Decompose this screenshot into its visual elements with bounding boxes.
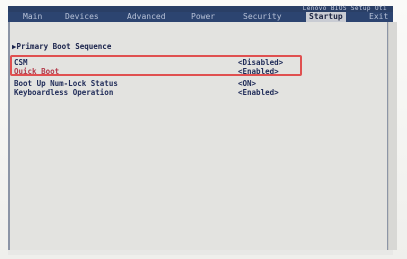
keyboardless-operation-value[interactable]: <Enabled> (238, 88, 279, 97)
num-lock-status-value[interactable]: <ON> (238, 79, 256, 88)
bios-menu-bar: Main Devices Advanced Power Security Sta… (8, 12, 393, 22)
tab-devices[interactable]: Devices (62, 12, 102, 22)
tab-security[interactable]: Security (240, 12, 285, 22)
keyboardless-operation-label[interactable]: Keyboardless Operation (14, 88, 113, 97)
bios-screen: Lenovo BIOS Setup Uti Main Devices Advan… (0, 0, 407, 259)
bios-title: Lenovo BIOS Setup Uti (302, 5, 387, 12)
help-panel (388, 22, 397, 250)
tab-main[interactable]: Main (20, 12, 45, 22)
csm-highlight-box (10, 55, 302, 76)
primary-boot-sequence-item[interactable]: ▶Primary Boot Sequence (12, 42, 111, 51)
tab-startup[interactable]: Startup (306, 12, 346, 22)
tab-power[interactable]: Power (188, 12, 218, 22)
num-lock-status-label[interactable]: Boot Up Num-Lock Status (14, 79, 118, 88)
tab-advanced[interactable]: Advanced (124, 12, 169, 22)
tab-exit[interactable]: Exit (366, 12, 391, 22)
bezel-bottom (8, 250, 393, 255)
